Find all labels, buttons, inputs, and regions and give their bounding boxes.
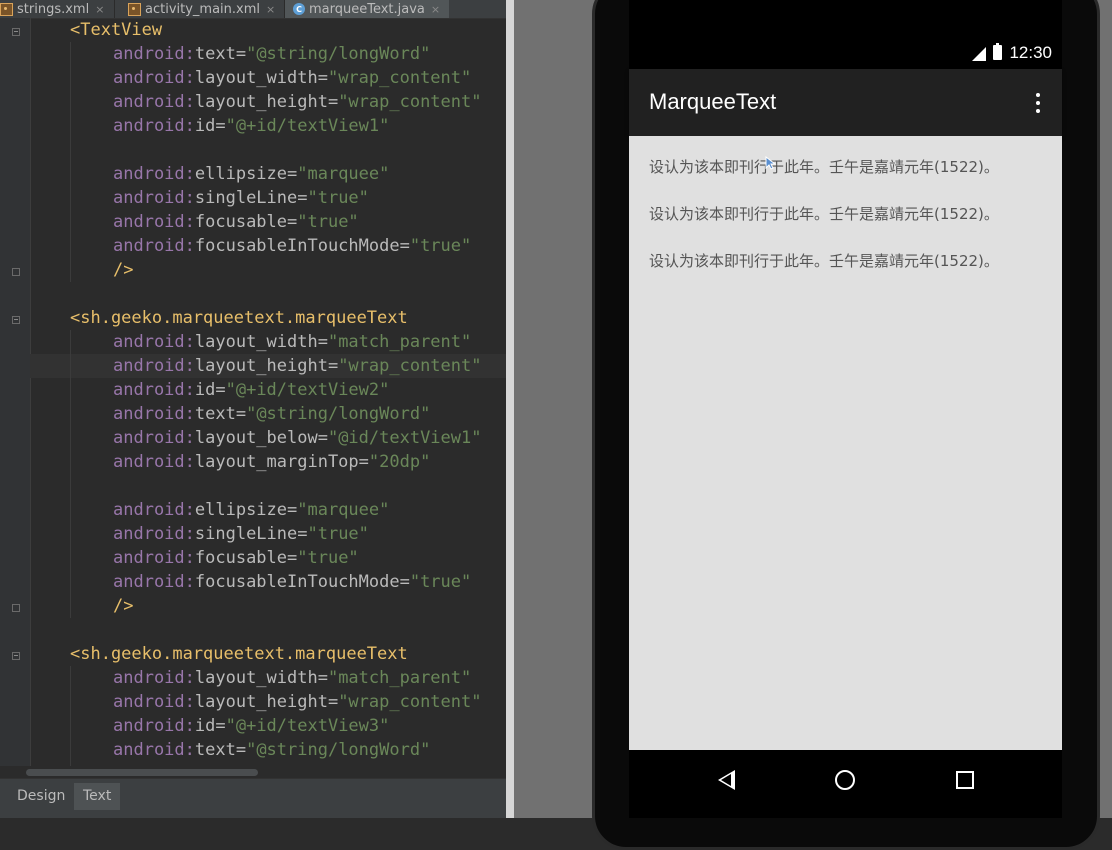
code-line[interactable]: android:layout_height="wrap_content" [113, 354, 481, 378]
marquee-text-view-3[interactable]: 设认为该本即刊行于此年。壬午是嘉靖元年(1522)。 [649, 249, 1047, 273]
code-line[interactable]: android:ellipsize="marquee" [113, 162, 389, 186]
xml-file-icon [0, 2, 13, 16]
tab-design[interactable]: Design [8, 783, 74, 810]
code-line[interactable]: android:layout_width="wrap_content" [113, 66, 471, 90]
recents-button[interactable] [935, 750, 995, 810]
editor-mode-tabs: Design Text [0, 778, 506, 818]
editor-tab-bar: strings.xml × activity_main.xml × C marq… [0, 0, 506, 19]
horizontal-scrollbar[interactable] [0, 766, 506, 778]
code-line[interactable]: /> [113, 594, 133, 618]
fold-toggle-icon[interactable] [12, 316, 20, 324]
code-line[interactable]: android:focusable="true" [113, 546, 359, 570]
pane-divider[interactable] [506, 0, 514, 818]
navigation-bar [629, 750, 1062, 818]
marquee-text-view-2[interactable]: 设认为该本即刊行于此年。壬午是嘉靖元年(1522)。 [649, 202, 1047, 226]
code-line[interactable]: android:singleLine="true" [113, 186, 369, 210]
code-line[interactable]: android:layout_height="wrap_content" [113, 90, 481, 114]
fold-toggle-icon[interactable] [12, 28, 20, 36]
code-line[interactable]: android:focusableInTouchMode="true" [113, 570, 471, 594]
scrollbar-thumb[interactable] [26, 769, 258, 776]
code-line[interactable]: android:text="@string/longWord" [113, 402, 430, 426]
code-line[interactable]: android:layout_width="match_parent" [113, 666, 471, 690]
tab-label: strings.xml [17, 1, 90, 17]
overflow-menu-icon[interactable] [1036, 93, 1040, 113]
code-editor[interactable]: <TextView android:text="@string/longWord"… [30, 18, 506, 766]
signal-icon [972, 47, 986, 61]
code-line[interactable]: android:focusableInTouchMode="true" [113, 234, 471, 258]
tab-label: activity_main.xml [145, 1, 261, 17]
recents-icon [956, 771, 974, 789]
code-line[interactable]: android:layout_height="wrap_content" [113, 690, 481, 714]
tab-marqueetext-java[interactable]: C marqueeText.java × [285, 0, 449, 18]
code-line[interactable]: android:layout_marginTop="20dp" [113, 450, 430, 474]
code-line[interactable]: android:id="@+id/textView2" [113, 378, 389, 402]
fold-toggle-icon[interactable] [12, 652, 20, 660]
code-line[interactable]: android:layout_width="match_parent" [113, 330, 471, 354]
back-icon [717, 770, 735, 790]
status-bar: 12:30 [629, 40, 1062, 69]
java-class-icon: C [293, 3, 305, 15]
app-content: 设认为该本即刊行于此年。壬午是嘉靖元年(1522)。 设认为该本即刊行于此年。壬… [629, 136, 1062, 750]
tab-label: marqueeText.java [309, 1, 425, 17]
status-time: 12:30 [1009, 43, 1052, 62]
home-button[interactable] [815, 750, 875, 810]
home-icon [835, 770, 855, 790]
xml-file-icon [128, 2, 141, 16]
fold-end-icon[interactable] [12, 268, 20, 276]
ide-editor-pane: strings.xml × activity_main.xml × C marq… [0, 0, 506, 818]
code-line[interactable]: <TextView [70, 18, 162, 42]
editor-gutter [0, 18, 31, 766]
code-line[interactable]: android:singleLine="true" [113, 522, 369, 546]
code-line[interactable]: android:layout_below="@id/textView1" [113, 426, 481, 450]
code-line[interactable]: android:ellipsize="marquee" [113, 498, 389, 522]
tab-strings-xml[interactable]: strings.xml × [0, 0, 110, 18]
code-line[interactable]: android:text="@string/longWord" [113, 42, 430, 66]
close-icon[interactable]: × [266, 3, 275, 16]
code-line[interactable]: <sh.geeko.marqueetext.marqueeText [70, 642, 408, 666]
code-line[interactable]: <sh.geeko.marqueetext.marqueeText [70, 306, 408, 330]
battery-icon [993, 43, 1002, 60]
marquee-text-view-1[interactable]: 设认为该本即刊行于此年。壬午是嘉靖元年(1522)。 [649, 155, 1047, 179]
back-button[interactable] [696, 750, 756, 810]
code-line[interactable]: android:id="@+id/textView3" [113, 714, 389, 738]
code-line[interactable]: android:id="@+id/textView1" [113, 114, 389, 138]
code-line[interactable]: android:text="@string/longWord" [113, 738, 430, 762]
app-title: MarqueeText [649, 89, 777, 114]
mouse-cursor-icon [765, 156, 777, 170]
code-line[interactable]: android:focusable="true" [113, 210, 359, 234]
app-bar: MarqueeText [629, 69, 1062, 136]
close-icon[interactable]: × [95, 3, 104, 16]
fold-end-icon[interactable] [12, 604, 20, 612]
tab-activity-main-xml[interactable]: activity_main.xml × [120, 0, 278, 18]
tab-text[interactable]: Text [74, 783, 121, 810]
close-icon[interactable]: × [431, 3, 440, 16]
code-line[interactable]: /> [113, 258, 133, 282]
